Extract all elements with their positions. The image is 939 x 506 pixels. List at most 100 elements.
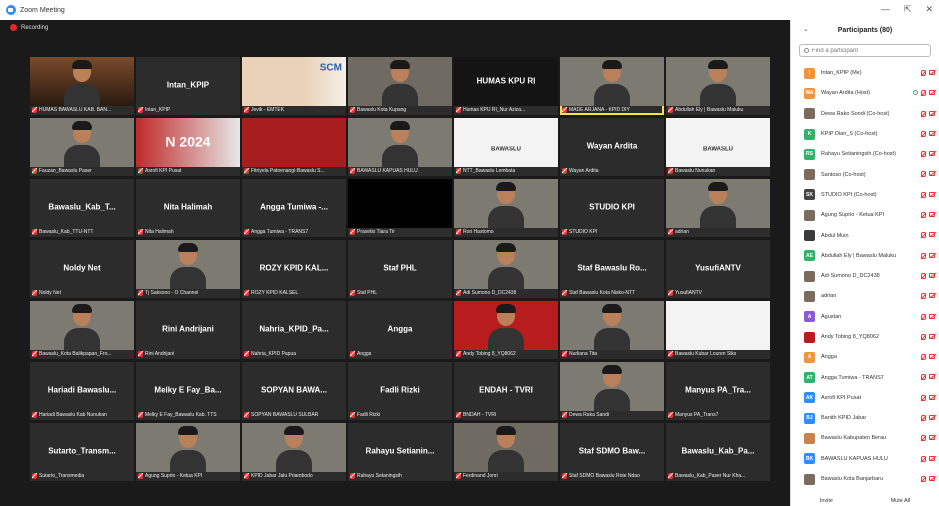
fullscreen-button[interactable]: ⇱ bbox=[904, 4, 912, 15]
video-tile[interactable]: Fitriyela Patoenangi-Bawaslu S... bbox=[242, 118, 346, 176]
participant-row[interactable]: K KPIP Dian_S (Co-host) bbox=[791, 124, 939, 144]
video-tile[interactable]: MADE ARJANA - KPID DIY bbox=[560, 57, 664, 115]
participant-row[interactable]: BJ Banith KPID Jabar bbox=[791, 408, 939, 428]
participant-row[interactable]: AK Asrofi KPI Pusat bbox=[791, 388, 939, 408]
participant-row[interactable]: Santoso (Co-host) bbox=[791, 164, 939, 184]
video-tile[interactable]: Intan_KPIP Intan_KPIP bbox=[136, 57, 240, 115]
participant-name: Adi Sumono D_DC2438 bbox=[821, 273, 880, 280]
participant-row[interactable]: Dewa Rako Sondi (Co-host) bbox=[791, 104, 939, 124]
participant-row[interactable]: RS Rahayu Setianingsih (Co-host) bbox=[791, 144, 939, 164]
minimize-button[interactable]: — bbox=[881, 4, 890, 15]
video-tile[interactable]: Sutarto_Transm... Sutarto_Transmedia bbox=[30, 423, 134, 481]
participant-row[interactable]: SK STUDIO KPI (Co-host) bbox=[791, 185, 939, 205]
tile-overlay-text: BAWASLU bbox=[491, 146, 521, 153]
participant-row[interactable]: Andy Tobing 8_YQ8062 bbox=[791, 327, 939, 347]
video-tile[interactable]: Nahria_KPID_Pa... Nahria_KPID Papua bbox=[242, 301, 346, 359]
tile-name-label: Wayan Ardita bbox=[562, 168, 662, 174]
participant-row[interactable]: Bawaslu Kota Banjarbaru bbox=[791, 469, 939, 489]
participant-search[interactable] bbox=[799, 44, 931, 57]
participant-row[interactable]: I Intan_KPIP (Me) bbox=[791, 63, 939, 83]
participant-row[interactable]: Adi Sumono D_DC2438 bbox=[791, 266, 939, 286]
tile-display-name: ENDAH - TVRI bbox=[479, 385, 533, 395]
video-tile[interactable]: KPID Jabar Jalu Priambodo bbox=[242, 423, 346, 481]
video-tile[interactable]: Rori Hastomo bbox=[454, 179, 558, 237]
video-tile[interactable]: ROZY KPID KAL... ROZY KPID KALSEL bbox=[242, 240, 346, 298]
video-tile[interactable]: ENDAH - TVRI BNDAH - TVRI bbox=[454, 362, 558, 420]
video-tile[interactable]: Dewa Raka Sandi bbox=[560, 362, 664, 420]
video-tile[interactable]: Bawaslu_Kab_Pa... Bawaslu_Kab_Paser Nur K… bbox=[666, 423, 770, 481]
video-tile[interactable]: Angga Tumiwa -... Angga Tumiwa - TRANS7 bbox=[242, 179, 346, 237]
participant-row[interactable]: Abdul Muin bbox=[791, 225, 939, 245]
video-tile[interactable]: Andy Tobing 8_YQ8062 bbox=[454, 301, 558, 359]
participant-row[interactable]: A Agustan bbox=[791, 307, 939, 327]
video-tile[interactable]: BAWASLU NTT_Bawaslu Lembata bbox=[454, 118, 558, 176]
participant-name: Bawaslu Nunukan bbox=[675, 168, 716, 174]
video-tile[interactable]: Staf SDMO Baw... Staf SDMO Bawaslu Rote N… bbox=[560, 423, 664, 481]
video-tile[interactable]: Prasetio Tiara Tir bbox=[348, 179, 452, 237]
video-tile[interactable]: Agung Suprio - Ketua KPI bbox=[136, 423, 240, 481]
video-feed bbox=[666, 301, 770, 350]
participant-name: Angga bbox=[357, 351, 372, 357]
participant-row[interactable]: adrian bbox=[791, 286, 939, 306]
participant-name: Staf SDMO Bawaslu Rote Ndao bbox=[569, 473, 640, 479]
participant-row[interactable]: AT Angga Tumiwa - TRANS7 bbox=[791, 367, 939, 387]
video-tile[interactable]: N 2024 Asrofi KPI Pusat bbox=[136, 118, 240, 176]
participant-name: NTT_Bawaslu Lembata bbox=[463, 168, 516, 174]
video-tile[interactable]: Abdullah Ely | Bawaslu Maluku bbox=[666, 57, 770, 115]
participant-row[interactable]: AE Abdullah Ely | Bawaslu Maluku bbox=[791, 246, 939, 266]
video-tile[interactable]: Fauzan_Bawaslu Paser bbox=[30, 118, 134, 176]
video-tile[interactable]: Hariadi Bawaslu... Hariadi Bawaslu Kab Nu… bbox=[30, 362, 134, 420]
video-tile[interactable]: Bawaslu Kota Kupang bbox=[348, 57, 452, 115]
video-tile[interactable]: Nurliana Tita bbox=[560, 301, 664, 359]
video-tile[interactable]: Manyus PA_Tra... Manyus PA_Trans7 bbox=[666, 362, 770, 420]
video-off-icon bbox=[929, 374, 935, 380]
video-tile[interactable]: Bawaslu_Kota Balikpapan_Fro... bbox=[30, 301, 134, 359]
video-tile[interactable]: Bawaslu Kubar Louren Siks bbox=[666, 301, 770, 359]
video-tile[interactable]: HUMAS BAWASLU KAB. BAN... bbox=[30, 57, 134, 115]
chevron-down-icon[interactable]: ⌄ bbox=[803, 25, 809, 33]
mute-all-button[interactable]: Mute All bbox=[891, 498, 911, 504]
video-tile[interactable]: Angga Angga bbox=[348, 301, 452, 359]
participants-header: ⌄ Participants (80) bbox=[791, 20, 939, 40]
video-tile[interactable]: BAWASLU KAPUAS HULU bbox=[348, 118, 452, 176]
participant-name: Agung Suprio - Ketua KPI bbox=[145, 473, 203, 479]
video-tile[interactable]: Rahayu Setianin... Rahayu Setaningsih bbox=[348, 423, 452, 481]
search-input[interactable] bbox=[812, 47, 922, 54]
video-tile[interactable]: YusufiANTV YusufiANTV bbox=[666, 240, 770, 298]
muted-mic-icon bbox=[456, 351, 461, 357]
video-tile[interactable]: Staf Bawaslu Ro... Staf Bawaslu Kota Nisk… bbox=[560, 240, 664, 298]
video-tile[interactable]: HUMAS KPU RI Humas KPU RI_Nur Aziza... bbox=[454, 57, 558, 115]
video-tile[interactable]: adrian bbox=[666, 179, 770, 237]
video-tile[interactable]: Nita Halimah Nita Halimah bbox=[136, 179, 240, 237]
tile-name-label: Bawaslu_Kab_Paser Nur Kha... bbox=[668, 473, 768, 479]
participant-row[interactable]: Agung Suprio - Ketua KPI bbox=[791, 205, 939, 225]
video-tile[interactable]: Ferdinand Jonri bbox=[454, 423, 558, 481]
video-tile[interactable]: Melky E Fay_Ba... Melky E Fay_Bawaslu Kab… bbox=[136, 362, 240, 420]
close-button[interactable]: ✕ bbox=[925, 4, 933, 15]
video-tile[interactable]: Staf PHL Staf PHL bbox=[348, 240, 452, 298]
participant-row[interactable]: WA Wayan Ardita (Host) bbox=[791, 83, 939, 103]
recording-indicator[interactable]: Recording bbox=[10, 24, 48, 31]
invite-button[interactable]: Invite bbox=[820, 498, 833, 504]
video-tile[interactable]: Tj Saksono - O Channel bbox=[136, 240, 240, 298]
video-tile[interactable]: BAWASLU Bawaslu Nunukan bbox=[666, 118, 770, 176]
participant-name: Abdul Muin bbox=[821, 232, 849, 239]
video-tile[interactable]: STUDIO KPI STUDIO KPI bbox=[560, 179, 664, 237]
participant-name: adrian bbox=[821, 293, 837, 300]
video-tile[interactable]: SCM Jevik - EMTEK bbox=[242, 57, 346, 115]
participant-row[interactable]: Bawaslu Kabupaten Berau bbox=[791, 428, 939, 448]
video-feed bbox=[560, 301, 664, 350]
video-tile[interactable]: Wayan Ardita Wayan Ardita bbox=[560, 118, 664, 176]
muted-mic-icon bbox=[244, 168, 249, 174]
video-tile[interactable]: SOPYAN BAWA... SOPYAN BAWASLU SULBAR bbox=[242, 362, 346, 420]
participant-status-icons bbox=[921, 333, 935, 340]
participant-name: Santoso (Co-host) bbox=[821, 171, 866, 178]
tile-name-label: Fitriyela Patoenangi-Bawaslu S... bbox=[244, 168, 344, 174]
video-tile[interactable]: Bawaslu_Kab_T... Bawaslu_Kab_TTU-NTT bbox=[30, 179, 134, 237]
video-tile[interactable]: Rini Andrijani Rini Andrijani bbox=[136, 301, 240, 359]
video-tile[interactable]: Fadli Rizki Fadli Rizki bbox=[348, 362, 452, 420]
video-tile[interactable]: Noldy Net Noldy Net bbox=[30, 240, 134, 298]
video-tile[interactable]: Adi Sumono D_DC2438 bbox=[454, 240, 558, 298]
participant-row[interactable]: A Angga bbox=[791, 347, 939, 367]
participant-row[interactable]: BK BAWASLU KAPUAS HULU bbox=[791, 449, 939, 469]
